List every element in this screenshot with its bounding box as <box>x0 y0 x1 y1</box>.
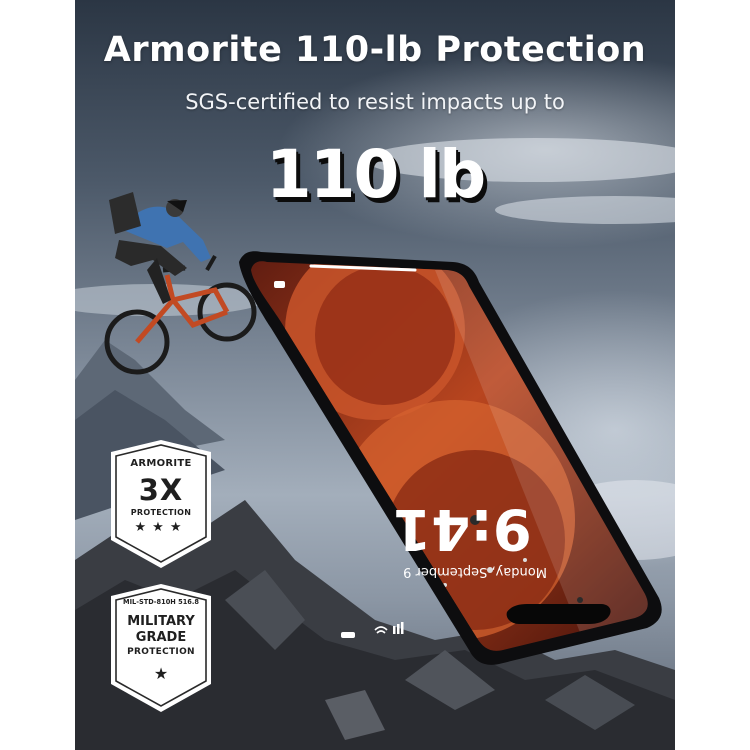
star-icon: ★ <box>153 664 169 683</box>
dynamic-island <box>506 604 611 624</box>
badge-title: ARMORITE <box>130 458 192 469</box>
impact-weight: 110 lb <box>265 136 487 213</box>
badge-line1: MILITARY <box>127 614 195 629</box>
badge-multiplier: 3X <box>138 473 184 507</box>
product-image-frame: Armorite 110-lb Protection SGS-certified… <box>0 0 750 750</box>
badge-standard: MIL-STD-810H 516.8 <box>123 598 199 606</box>
badge-line2: GRADE <box>135 630 187 645</box>
headline: Armorite 110-lb Protection <box>103 30 647 70</box>
cyclist-illustration <box>104 192 257 375</box>
military-grade-badge: MIL-STD-810H 516.8 MILITARY GRADE PROTEC… <box>111 584 211 712</box>
subheadline: SGS-certified to resist impacts up to <box>185 90 565 114</box>
lock-screen-date: Monday, September 9 <box>403 564 547 579</box>
star-icon: ★★★ <box>134 520 188 535</box>
flashlight-icon <box>341 632 355 638</box>
camera-icon <box>274 281 285 288</box>
lock-screen-time: 9:41 <box>392 496 532 561</box>
signal-icon <box>393 622 404 634</box>
badge-line3: PROTECTION <box>127 647 195 657</box>
hero-canvas: Armorite 110-lb Protection SGS-certified… <box>75 0 675 750</box>
badge-subtitle: PROTECTION <box>130 508 192 517</box>
armorite-badge: ARMORITE 3X PROTECTION ★★★ <box>111 440 211 568</box>
